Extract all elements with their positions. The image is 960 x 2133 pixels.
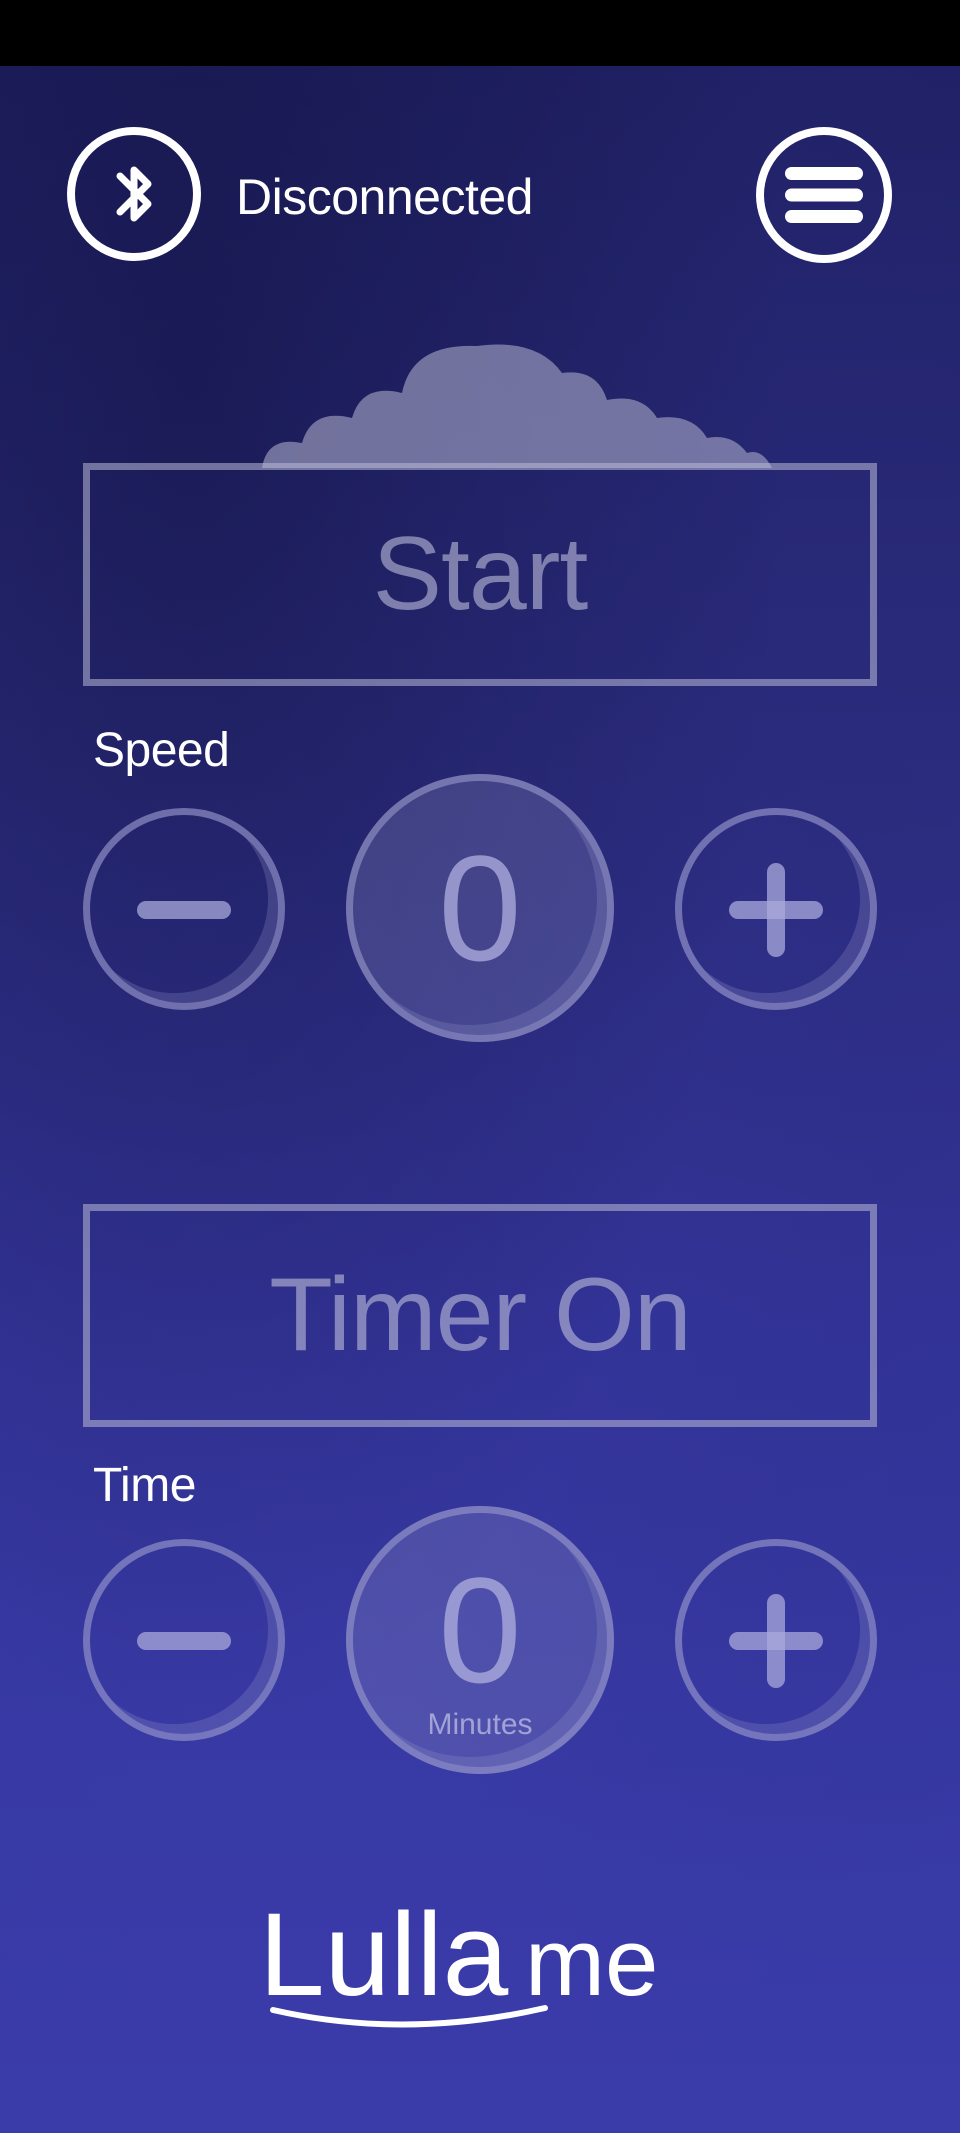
- speed-increment-button[interactable]: [675, 808, 877, 1010]
- speed-decrement-button[interactable]: [83, 808, 285, 1010]
- timer-toggle-button[interactable]: Timer On: [83, 1204, 877, 1427]
- logo-light: me: [525, 1909, 658, 2016]
- time-label: Time: [93, 1459, 196, 1512]
- menu-button[interactable]: [756, 127, 892, 263]
- speed-label: Speed: [93, 724, 230, 777]
- logo-bold: Lulla: [259, 1889, 509, 2021]
- bluetooth-icon: [116, 166, 152, 222]
- time-value-display: 0 Minutes: [346, 1506, 614, 1774]
- time-value: 0: [438, 1546, 522, 1714]
- speed-value: 0: [438, 824, 522, 992]
- time-increment-button[interactable]: [675, 1539, 877, 1741]
- connection-status: Disconnected: [236, 169, 533, 225]
- minus-icon: [137, 1632, 231, 1650]
- plus-icon: [729, 1594, 823, 1688]
- hamburger-menu-icon: [785, 167, 863, 223]
- speed-value-display: 0: [346, 774, 614, 1042]
- bluetooth-button[interactable]: [67, 127, 201, 261]
- lullame-logo: Lulla me: [259, 1889, 658, 2028]
- cloud-icon: [262, 344, 772, 468]
- start-button[interactable]: Start: [83, 463, 877, 686]
- time-unit-label: Minutes: [427, 1708, 533, 1741]
- plus-icon: [729, 863, 823, 957]
- status-bar: [0, 0, 960, 66]
- time-decrement-button[interactable]: [83, 1539, 285, 1741]
- minus-icon: [137, 901, 231, 919]
